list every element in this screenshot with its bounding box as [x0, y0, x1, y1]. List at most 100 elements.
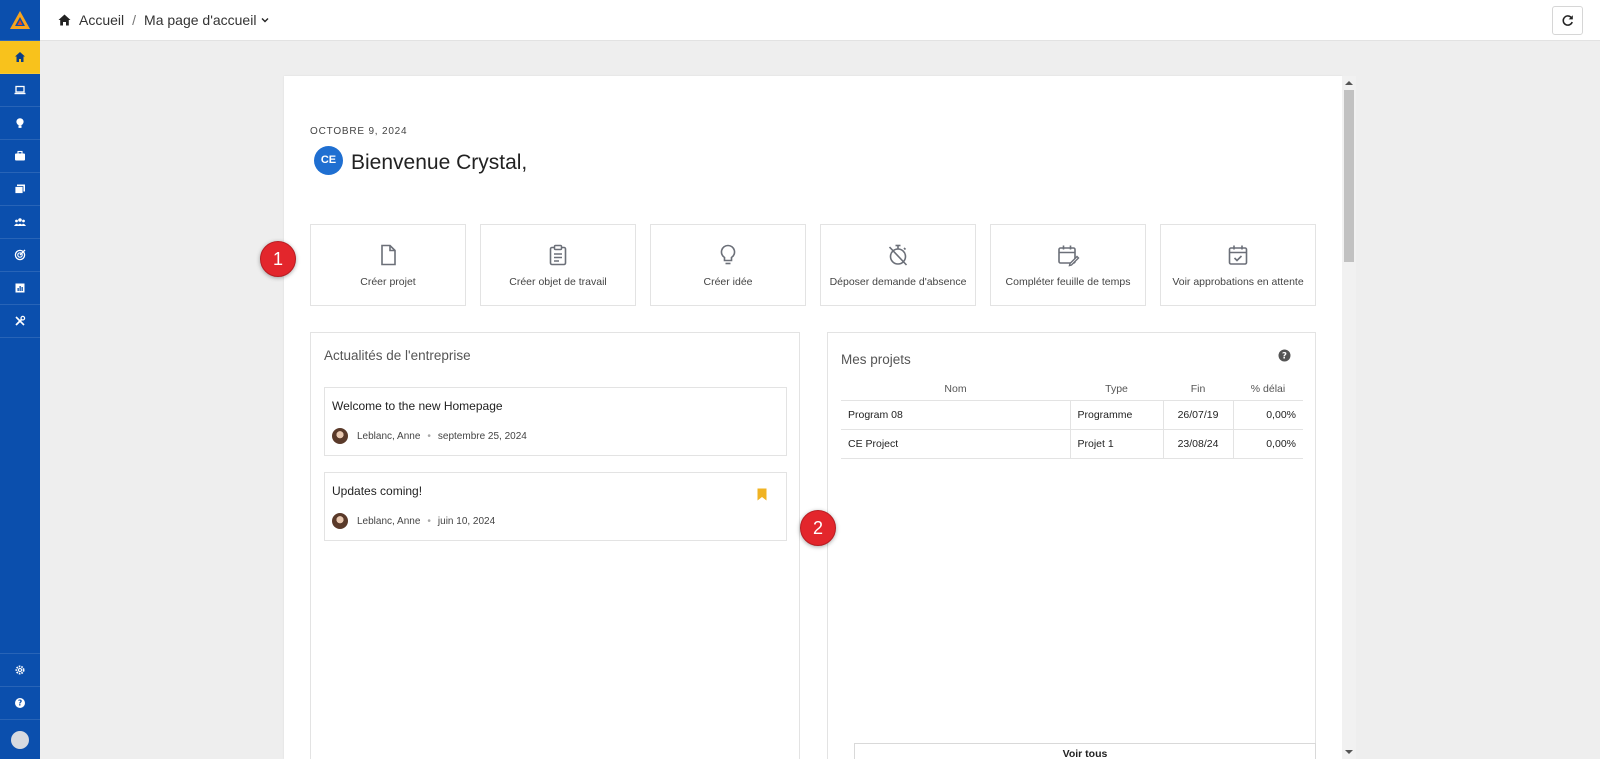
action-label: Créer projet	[360, 275, 416, 288]
project-name[interactable]: Program 08	[841, 400, 1070, 430]
svg-text:?: ?	[1282, 352, 1287, 362]
table-row[interactable]: Program 08 Programme 26/07/19 0,00%	[841, 400, 1303, 430]
project-delay: 0,00%	[1232, 429, 1303, 459]
briefcase-icon	[15, 150, 25, 161]
bookmark-icon[interactable]	[757, 488, 767, 501]
project-end: 23/08/24	[1162, 429, 1233, 459]
news-author: Leblanc, Anne	[357, 430, 421, 442]
news-item[interactable]: Updates coming! Leblanc, Anne • juin 10,…	[324, 472, 787, 541]
app-logo[interactable]	[0, 0, 40, 41]
refresh-button[interactable]	[1552, 6, 1583, 35]
lightbulb-icon	[16, 118, 24, 128]
action-label: Déposer demande d'absence	[829, 275, 967, 288]
breadcrumb-current[interactable]: Ma page d'accueil	[144, 12, 256, 28]
calendar-edit-icon	[1058, 245, 1080, 266]
user-initials-avatar: CE	[314, 145, 343, 175]
news-item-meta: Leblanc, Anne • septembre 25, 2024	[332, 428, 527, 444]
table-row[interactable]: CE Project Projet 1 23/08/24 0,00%	[841, 429, 1303, 459]
help-icon[interactable]: ?	[1278, 349, 1291, 362]
page-scrollbar[interactable]	[1342, 76, 1356, 759]
sidebar-item-portfolio[interactable]	[0, 140, 40, 173]
sidebar-item-tools[interactable]	[0, 305, 40, 338]
project-type: Programme	[1069, 400, 1163, 430]
quick-actions: Créer projet Créer objet de travail Crée…	[310, 224, 1316, 306]
sidebar-item-help[interactable]: ?	[0, 686, 40, 719]
project-end: 26/07/19	[1162, 400, 1233, 430]
create-project-button[interactable]: Créer projet	[310, 224, 466, 306]
news-item-title[interactable]: Updates coming!	[332, 484, 422, 498]
refresh-icon	[1562, 15, 1573, 26]
author-avatar	[332, 513, 348, 529]
tools-icon	[15, 315, 26, 326]
scroll-up-arrow[interactable]	[1345, 81, 1353, 85]
meta-separator: •	[427, 430, 431, 442]
annotation-marker-1: 1	[260, 241, 296, 277]
user-avatar[interactable]	[0, 719, 40, 759]
news-card-title: Actualités de l'entreprise	[324, 348, 471, 363]
sidebar-item-projects[interactable]	[0, 173, 40, 206]
calendar-check-icon	[1228, 245, 1248, 265]
clipboard-icon	[549, 244, 567, 265]
gear-icon	[15, 665, 25, 675]
news-date: juin 10, 2024	[437, 515, 496, 527]
homepage-panel: OCTOBRE 9, 2024 CE Bienvenue Crystal, Cr…	[284, 76, 1342, 759]
svg-text:?: ?	[18, 699, 22, 708]
news-item-meta: Leblanc, Anne • juin 10, 2024	[332, 513, 495, 529]
project-name[interactable]: CE Project	[841, 429, 1070, 459]
create-work-object-button[interactable]: Créer objet de travail	[480, 224, 636, 306]
timer-off-icon	[888, 244, 908, 266]
create-idea-button[interactable]: Créer idée	[650, 224, 806, 306]
sidebar-bottom: ?	[0, 653, 40, 759]
action-label: Créer objet de travail	[509, 275, 607, 288]
document-icon	[381, 244, 396, 265]
annotation-marker-2: 2	[800, 510, 836, 546]
column-header-end[interactable]: Fin	[1163, 379, 1233, 401]
scroll-down-arrow[interactable]	[1345, 750, 1353, 754]
sidebar-item-goals[interactable]	[0, 239, 40, 272]
complete-timesheet-button[interactable]: Compléter feuille de temps	[990, 224, 1146, 306]
scroll-thumb[interactable]	[1344, 90, 1354, 262]
meta-separator: •	[427, 515, 431, 527]
sidebar-item-home[interactable]	[0, 41, 40, 74]
target-icon	[14, 249, 26, 261]
view-all-button[interactable]: Voir tous	[854, 743, 1316, 759]
home-icon	[15, 52, 25, 62]
column-header-delay[interactable]: % délai	[1233, 379, 1303, 401]
chevron-down-icon[interactable]	[261, 17, 269, 23]
sidebar-item-settings[interactable]	[0, 653, 40, 686]
sidebar: ?	[0, 0, 40, 759]
breadcrumb-home-icon[interactable]	[58, 13, 72, 27]
avatar-circle	[11, 730, 29, 749]
welcome-header: CE Bienvenue Crystal,	[314, 145, 527, 175]
sidebar-item-reports[interactable]	[0, 272, 40, 305]
current-date: OCTOBRE 9, 2024	[310, 126, 408, 137]
laptop-icon	[14, 85, 26, 95]
breadcrumb-home[interactable]: Accueil	[79, 12, 124, 28]
view-pending-approvals-button[interactable]: Voir approbations en attente	[1160, 224, 1316, 306]
my-projects-card: Mes projets ? Nom Type Fin % délai Progr…	[827, 332, 1316, 759]
sidebar-item-work[interactable]	[0, 74, 40, 107]
lightbulb-icon	[720, 244, 736, 264]
submit-absence-request-button[interactable]: Déposer demande d'absence	[820, 224, 976, 306]
project-delay: 0,00%	[1232, 400, 1303, 430]
news-author: Leblanc, Anne	[357, 515, 421, 527]
projects-table: Nom Type Fin % délai Program 08 Programm…	[841, 379, 1303, 459]
users-icon	[14, 218, 26, 226]
table-header-row: Nom Type Fin % délai	[841, 379, 1303, 401]
column-header-name[interactable]: Nom	[841, 379, 1070, 401]
logo-icon	[10, 11, 30, 29]
sidebar-item-resources[interactable]	[0, 206, 40, 239]
news-item-title[interactable]: Welcome to the new Homepage	[332, 399, 503, 413]
help-icon: ?	[15, 698, 25, 708]
report-icon	[15, 283, 25, 293]
company-news-card: Actualités de l'entreprise Welcome to th…	[310, 332, 800, 759]
folders-icon	[14, 184, 25, 194]
action-label: Voir approbations en attente	[1172, 275, 1304, 288]
sidebar-item-ideas[interactable]	[0, 107, 40, 140]
news-item[interactable]: Welcome to the new Homepage Leblanc, Ann…	[324, 387, 787, 456]
action-label: Créer idée	[703, 275, 753, 288]
author-avatar	[332, 428, 348, 444]
projects-card-title: Mes projets	[841, 352, 911, 367]
welcome-message: Bienvenue Crystal,	[351, 151, 528, 174]
column-header-type[interactable]: Type	[1070, 379, 1163, 401]
